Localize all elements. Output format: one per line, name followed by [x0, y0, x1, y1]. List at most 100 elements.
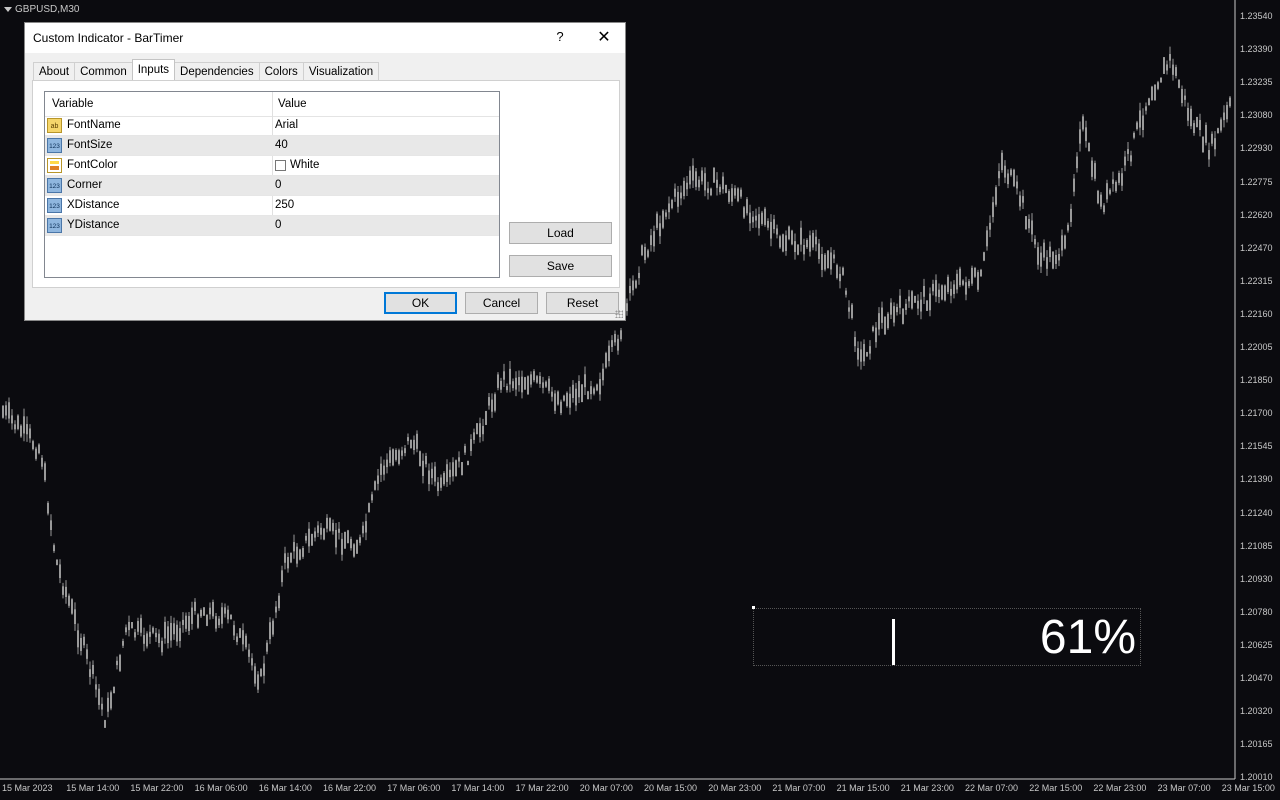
candle-body	[374, 481, 376, 490]
variable-value[interactable]: Arial	[275, 119, 298, 131]
candle-body	[380, 463, 382, 475]
candle-body	[755, 215, 757, 221]
tab-dependencies[interactable]: Dependencies	[174, 62, 260, 80]
time-axis-label: 16 Mar 06:00	[194, 783, 248, 793]
candle-body	[638, 272, 640, 279]
candle-body	[77, 630, 79, 648]
resize-grip-icon[interactable]	[615, 310, 623, 318]
candle-body	[944, 285, 946, 301]
color-swatch[interactable]	[275, 159, 286, 171]
bar-timer-percent: 61%	[1039, 611, 1136, 664]
tab-colors[interactable]: Colors	[258, 62, 304, 80]
candle-body	[1169, 54, 1171, 61]
candle-body	[203, 607, 205, 616]
variable-value[interactable]: 0	[275, 219, 281, 231]
save-button[interactable]: Save	[509, 255, 612, 277]
candle-body	[494, 394, 496, 411]
variable-value[interactable]: White	[275, 159, 319, 171]
input-row-ydistance[interactable]: 123 YDistance 0	[45, 216, 499, 236]
tab-visualization[interactable]: Visualization	[302, 62, 380, 80]
candle-body	[1166, 64, 1168, 71]
candle-body	[329, 518, 331, 531]
dialog-titlebar[interactable]: Custom Indicator - BarTimer ? ✕	[25, 23, 625, 53]
candle-body	[422, 460, 424, 476]
tab-inputs[interactable]: Inputs	[131, 59, 176, 80]
candle-body	[65, 586, 67, 597]
candle-body	[968, 281, 970, 287]
tab-common[interactable]: Common	[74, 62, 133, 80]
candle-body	[368, 503, 370, 513]
candle-body	[155, 632, 157, 638]
candle-body	[479, 423, 481, 438]
candle-body	[776, 228, 778, 235]
candle-body	[47, 502, 49, 514]
candle-body	[1175, 67, 1177, 76]
input-row-corner[interactable]: 123 Corner 0	[45, 176, 499, 196]
candle-body	[641, 245, 643, 256]
candle-body	[797, 244, 799, 255]
candle-body	[80, 637, 82, 651]
input-row-fontname[interactable]: ab FontName Arial	[45, 116, 499, 136]
symbol-label[interactable]: GBPUSD,M30	[4, 4, 79, 15]
candle-body	[1163, 57, 1165, 74]
candle-body	[1019, 195, 1021, 207]
candle-body	[872, 326, 874, 331]
candle-body	[800, 227, 802, 245]
price-axis-label: 1.20930	[1240, 573, 1273, 584]
candle-body	[1085, 127, 1087, 142]
candle-body	[104, 720, 106, 728]
candle-body	[620, 330, 622, 340]
value-text: Arial	[275, 119, 299, 131]
candle-body	[935, 280, 937, 297]
candle-body	[188, 616, 190, 631]
variable-value[interactable]: 0	[275, 179, 281, 191]
candle-body	[386, 459, 388, 468]
candle-body	[734, 188, 736, 196]
candle-body	[923, 285, 925, 297]
candle-body	[596, 384, 598, 391]
anchor-dot	[752, 606, 755, 609]
help-button[interactable]: ?	[549, 29, 571, 47]
candle-body	[692, 165, 694, 181]
ok-button[interactable]: OK	[384, 292, 457, 314]
column-header-value[interactable]: Value	[278, 98, 307, 110]
reset-button[interactable]: Reset	[546, 292, 619, 314]
input-row-fontcolor[interactable]: FontColor White	[45, 156, 499, 176]
candle-body	[284, 553, 286, 563]
time-axis-label: 23 Mar 15:00	[1221, 783, 1275, 793]
input-row-xdistance[interactable]: 123 XDistance 250	[45, 196, 499, 216]
variable-value[interactable]: 40	[275, 139, 288, 151]
time-axis-label: 20 Mar 23:00	[708, 783, 762, 793]
candle-body	[1097, 190, 1099, 204]
tab-about[interactable]: About	[33, 62, 76, 80]
candle-body	[977, 272, 979, 290]
candle-body	[50, 520, 52, 530]
candle-body	[869, 346, 871, 354]
dropdown-triangle-icon[interactable]	[4, 7, 12, 12]
candle-body	[263, 663, 265, 676]
candle-body	[500, 380, 502, 390]
variable-value[interactable]: 250	[275, 199, 294, 211]
load-button[interactable]: Load	[509, 222, 612, 244]
integer-type-icon: 123	[47, 218, 62, 233]
candle-body	[1025, 216, 1027, 230]
candle-body	[917, 300, 919, 309]
candle-body	[782, 234, 784, 252]
price-axis-label: 1.22775	[1240, 176, 1273, 187]
close-icon[interactable]: ✕	[591, 27, 617, 49]
candle-body	[455, 460, 457, 477]
candle-body	[527, 376, 529, 395]
candle-body	[32, 441, 34, 450]
candle-body	[356, 539, 358, 554]
column-header-variable[interactable]: Variable	[52, 98, 93, 110]
input-row-fontsize[interactable]: 123 FontSize 40	[45, 136, 499, 156]
candle-body	[686, 182, 688, 190]
candle-body	[548, 378, 550, 391]
candle-body	[5, 405, 7, 416]
cancel-button[interactable]: Cancel	[465, 292, 538, 314]
candle-body	[566, 392, 568, 407]
price-axis-label: 1.20165	[1240, 739, 1273, 750]
candle-body	[8, 402, 10, 419]
candle-body	[1100, 194, 1102, 207]
candle-body	[764, 208, 766, 225]
